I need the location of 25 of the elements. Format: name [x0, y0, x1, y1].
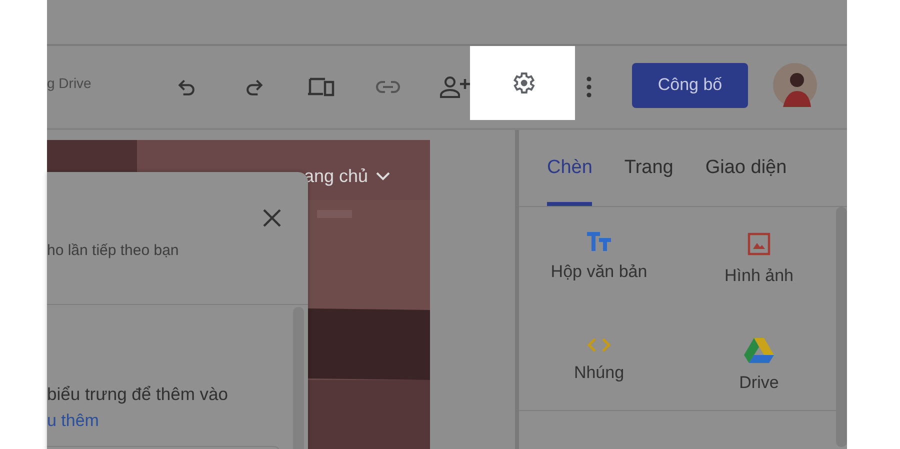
add-person-icon — [440, 76, 470, 98]
link-icon — [375, 80, 401, 94]
insert-item[interactable]: Hộp văn bản — [519, 232, 679, 302]
code-icon — [587, 337, 611, 353]
dialog-text: biểu trưng để thêm vào — [47, 384, 228, 405]
insert-item[interactable]: Nhúng — [519, 337, 679, 407]
publish-button[interactable]: Công bố — [632, 62, 748, 108]
insert-item[interactable]: Drive — [679, 337, 839, 407]
avatar-icon[interactable] — [773, 63, 817, 107]
image-icon — [747, 232, 771, 256]
more-icon — [586, 76, 592, 98]
dialog-text: ho lần tiếp theo bạn — [47, 242, 179, 259]
chevron-down-icon — [376, 172, 390, 181]
settings-button[interactable] — [470, 46, 575, 120]
panel-tab[interactable]: Giao diện — [705, 130, 787, 206]
insert-item[interactable]: Hình ảnh — [679, 232, 839, 302]
devices-icon — [307, 76, 335, 98]
text-icon — [586, 232, 612, 252]
panel-tab[interactable]: Trang — [624, 130, 674, 206]
close-icon[interactable] — [263, 209, 281, 227]
learn-more-link[interactable]: u thêm — [47, 411, 99, 431]
scrollbar[interactable] — [836, 207, 847, 447]
panel-tab[interactable]: Chèn — [547, 130, 592, 206]
drive-icon — [744, 337, 774, 363]
site-title: g Drive — [47, 75, 92, 91]
